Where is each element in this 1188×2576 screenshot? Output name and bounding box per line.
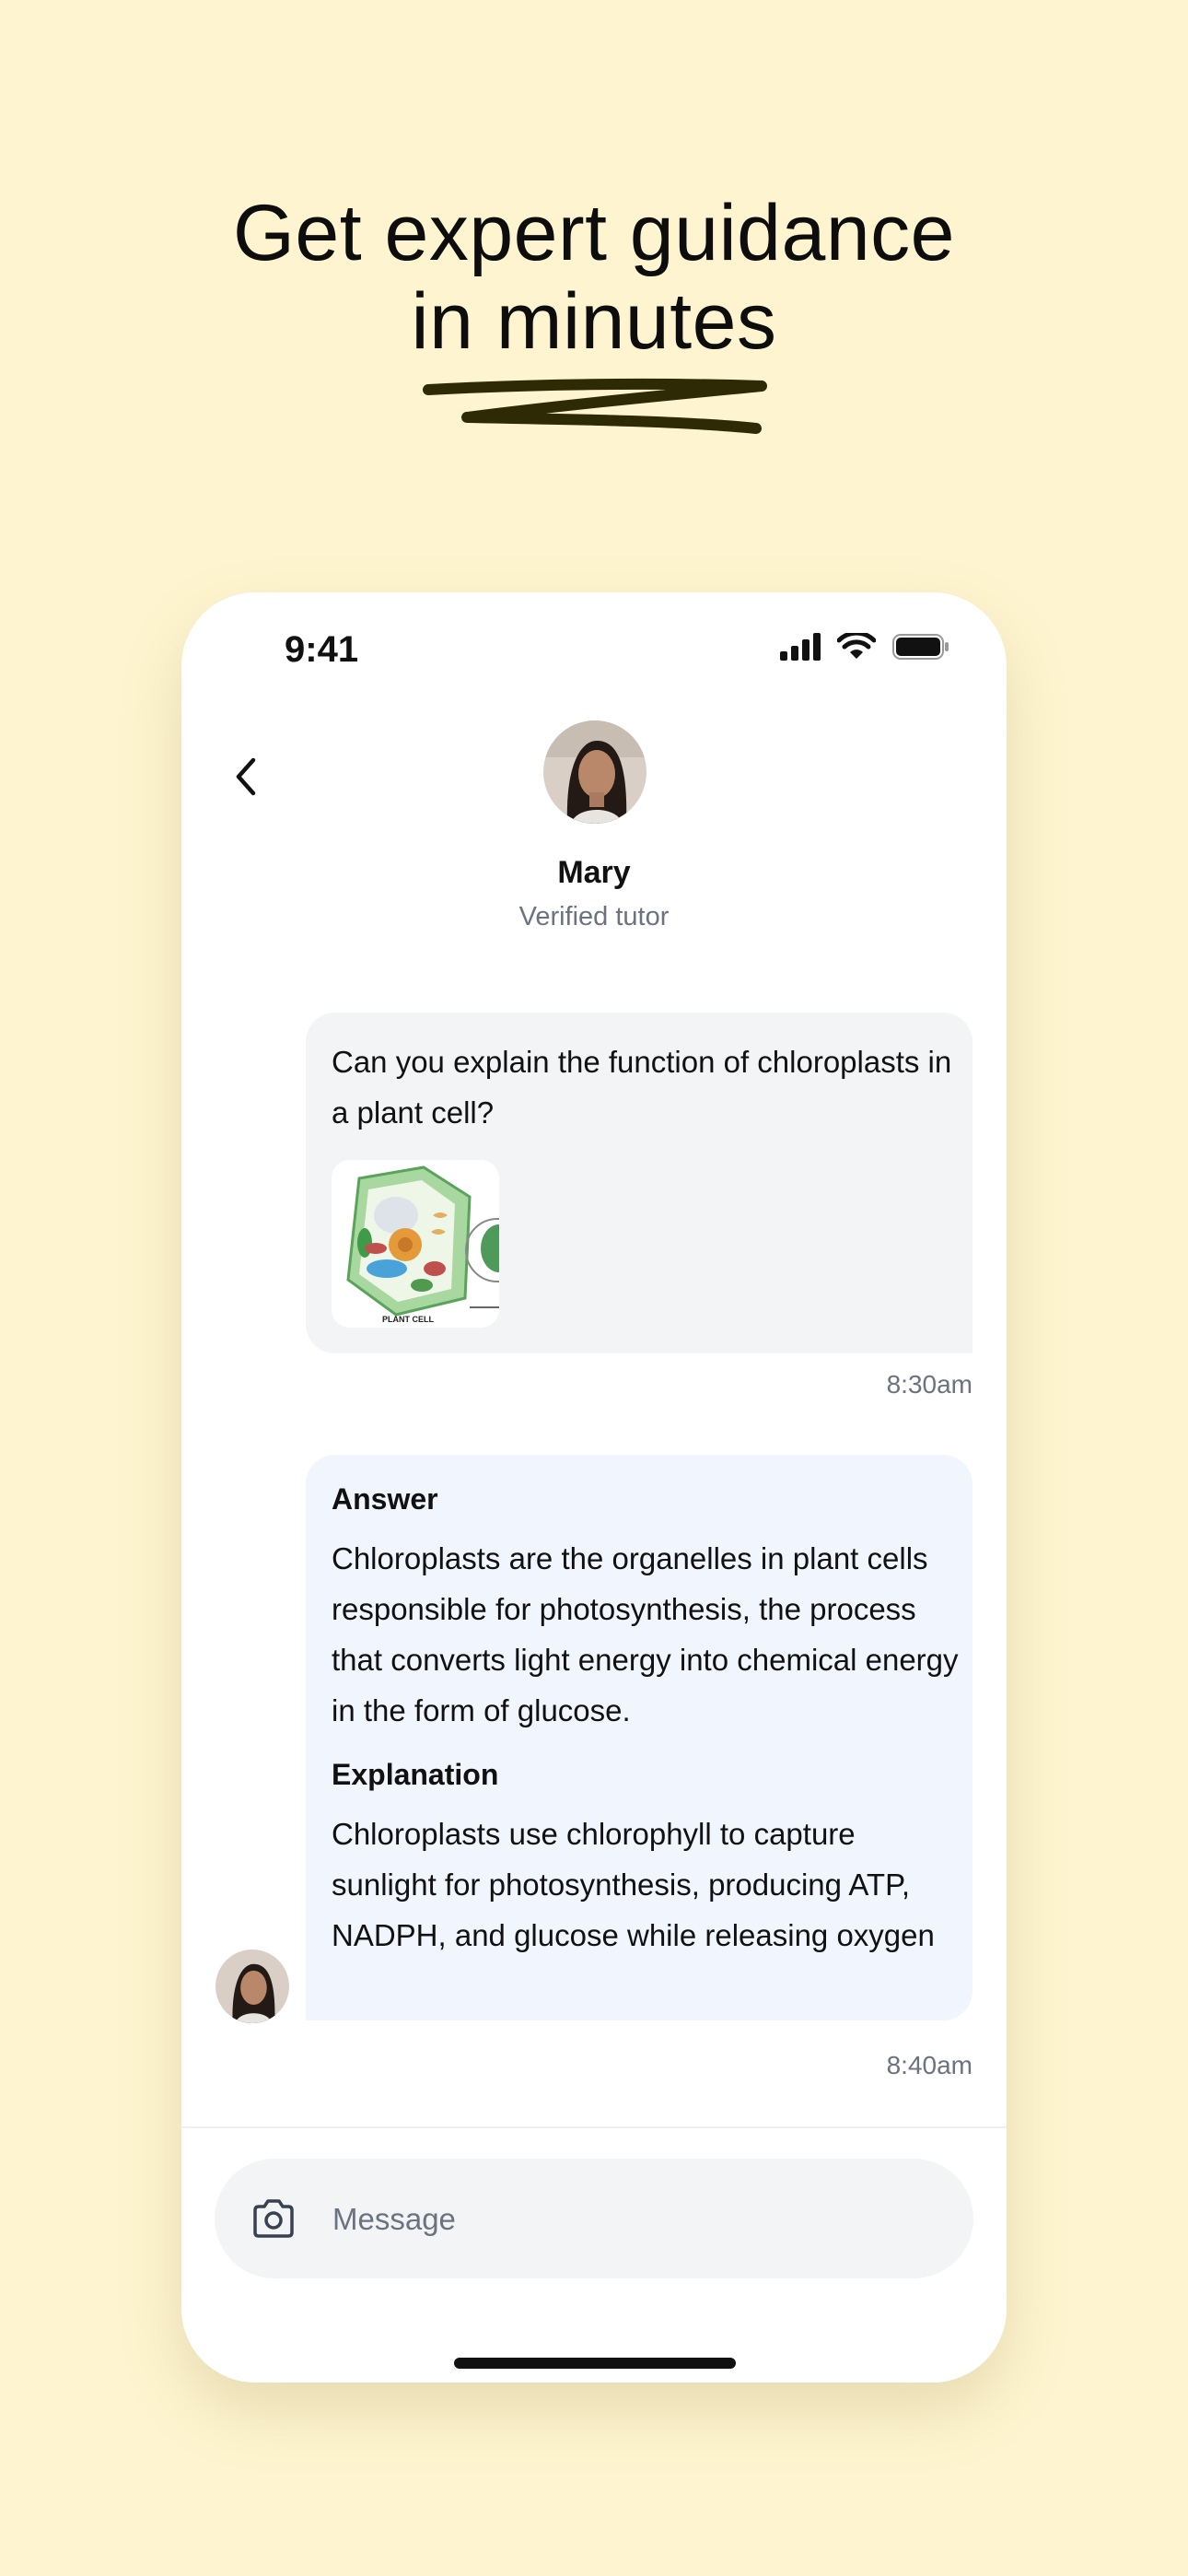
plant-cell-image: PLANT CELL — [332, 1160, 499, 1328]
avatar-image — [215, 1950, 289, 2023]
user-message-text: Can you explain the function of chloropl… — [332, 1045, 952, 1130]
answer-text: Chloroplasts are the organelles in plant… — [332, 1541, 959, 1727]
message-composer — [215, 2159, 973, 2278]
phone-frame: 9:41 Mary Verified tutor Can you explain… — [181, 592, 1007, 2383]
tutor-message-bubble: Answer Chloroplasts are the organelles i… — [306, 1455, 973, 2020]
headline-line-1: Get expert guidance — [232, 189, 955, 277]
underline-scribble — [423, 378, 767, 434]
camera-button[interactable] — [250, 2195, 297, 2243]
back-button[interactable] — [218, 749, 274, 804]
composer-divider — [181, 2126, 1007, 2128]
avatar-image — [543, 720, 646, 824]
headline: Get expert guidance in minutes — [0, 189, 1188, 366]
explanation-text: Chloroplasts use chlorophyll to capture … — [332, 1817, 935, 1952]
tutor-role: Verified tutor — [518, 902, 670, 931]
status-icons — [780, 633, 949, 661]
cellular-signal-icon — [780, 633, 821, 661]
battery-icon — [892, 634, 949, 660]
tutor-name: Mary — [557, 855, 631, 890]
headline-line-2: in minutes — [411, 277, 777, 366]
wifi-icon — [837, 633, 876, 659]
status-time: 9:41 — [285, 629, 359, 670]
tutor-message-time: 8:40am — [886, 2051, 973, 2079]
answer-heading: Answer — [332, 1482, 438, 1516]
tutor-message-avatar — [215, 1950, 289, 2023]
chevron-left-icon — [236, 757, 256, 796]
home-indicator — [454, 2358, 736, 2369]
user-message-bubble: Can you explain the function of chloropl… — [306, 1013, 973, 1353]
plant-cell-attachment[interactable]: PLANT CELL — [332, 1160, 499, 1328]
explanation-heading: Explanation — [332, 1758, 499, 1791]
attachment-caption: PLANT CELL — [382, 1315, 434, 1324]
camera-icon — [253, 2199, 294, 2238]
user-message-time: 8:30am — [886, 1370, 973, 1399]
tutor-avatar[interactable] — [543, 720, 646, 824]
message-input[interactable] — [331, 2184, 933, 2254]
